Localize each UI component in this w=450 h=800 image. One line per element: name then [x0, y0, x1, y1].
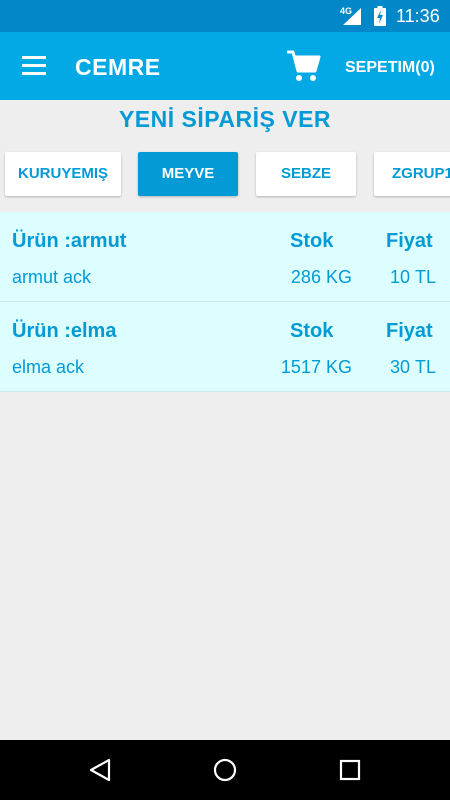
price-header: Fiyat: [386, 230, 433, 252]
hamburger-icon[interactable]: [22, 56, 48, 76]
stock-header: Stok: [290, 230, 334, 252]
app-bar: CEMRE SEPETIM(0): [0, 32, 450, 100]
back-triangle-icon[interactable]: [88, 758, 112, 782]
product-name: Ürün :elma: [12, 320, 117, 342]
clock: 11:36: [396, 6, 440, 26]
price-value: 30 TL: [389, 357, 436, 377]
product-description: elma ack: [12, 357, 85, 377]
cart-button[interactable]: SEPETIM(0): [345, 59, 435, 77]
product-row-armut[interactable]: Ürün :armut armut ack Stok 286 KG Fiyat …: [0, 212, 450, 302]
category-tab-sebze[interactable]: SEBZE: [256, 152, 356, 196]
recents-square-icon[interactable]: [339, 759, 361, 781]
price-header: Fiyat: [386, 320, 433, 342]
product-description: armut ack: [12, 267, 92, 287]
stock-header: Stok: [290, 320, 334, 342]
status-bar: 4G 11:36: [0, 0, 450, 32]
cart-icon[interactable]: [285, 48, 321, 84]
app-title: CEMRE: [75, 54, 161, 80]
signal-icon: [343, 8, 361, 25]
system-nav-bar: [0, 740, 450, 800]
stock-value: 1517 KG: [280, 357, 352, 377]
category-tab-meyve[interactable]: MEYVE: [138, 152, 238, 196]
price-value: 10 TL: [389, 267, 436, 287]
page-title: YENİ SİPARİŞ VER: [118, 106, 332, 132]
category-tab-zgrup1[interactable]: ZGRUP1: [374, 152, 450, 196]
product-name: Ürün :armut: [12, 230, 127, 252]
home-circle-icon[interactable]: [213, 758, 237, 782]
product-row-elma[interactable]: Ürün :elma elma ack Stok 1517 KG Fiyat 3…: [0, 302, 450, 392]
stock-value: 286 KG: [290, 267, 352, 287]
category-tab-kuruyemis[interactable]: KURUYEMIŞ: [5, 152, 121, 196]
product-list: Ürün :armut armut ack Stok 286 KG Fiyat …: [0, 212, 450, 392]
battery-icon: [374, 6, 386, 26]
